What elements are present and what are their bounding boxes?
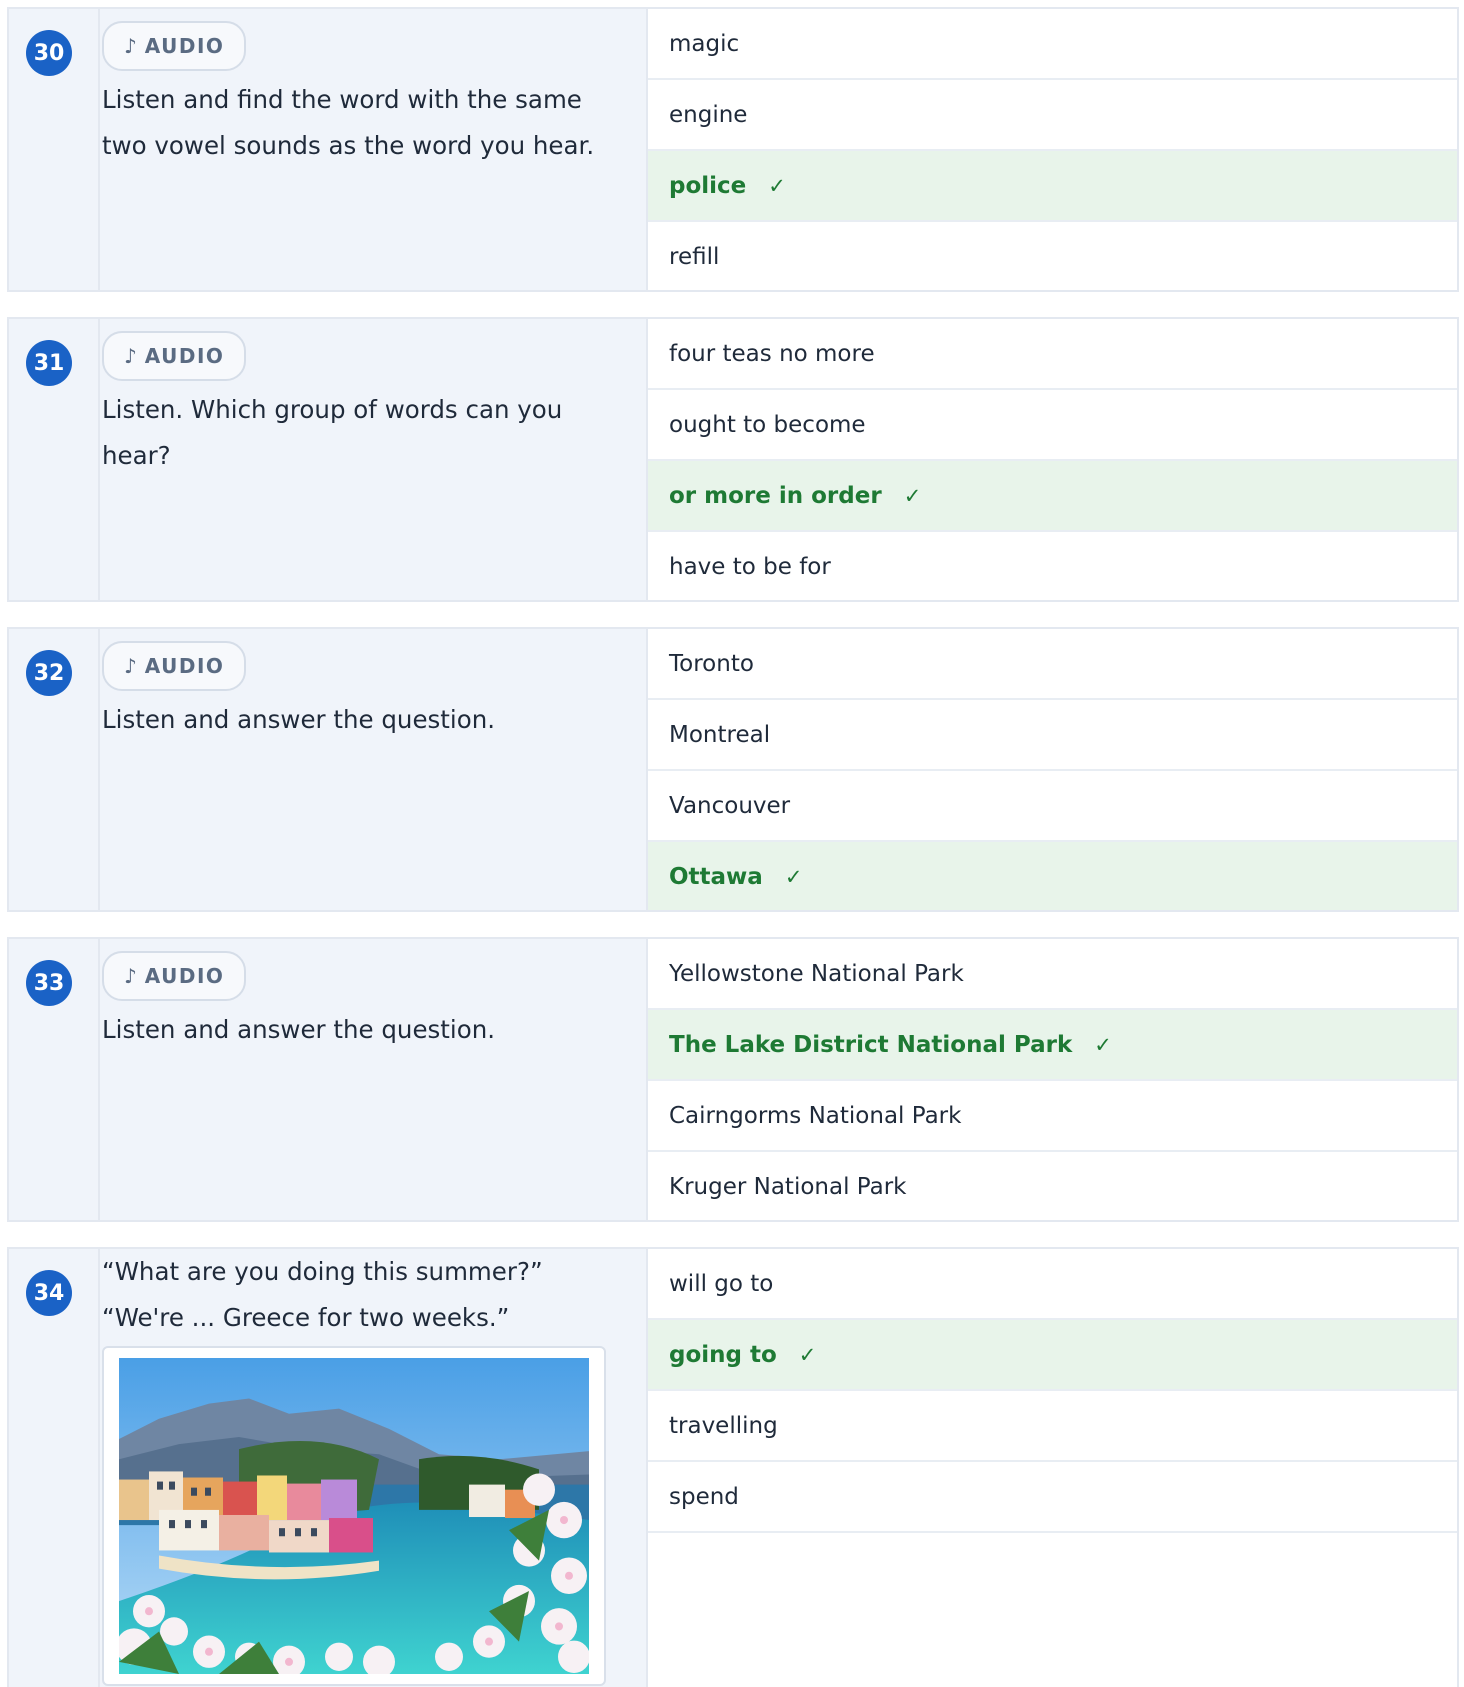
music-note-icon: ♪ [124,964,137,988]
audio-button[interactable]: ♪ AUDIO [102,331,247,381]
question-number-badge: 32 [26,650,72,696]
option-text: have to be for [669,553,831,580]
option-text: spend [669,1483,739,1510]
audio-label: AUDIO [144,34,225,58]
audio-label: AUDIO [144,964,225,988]
music-note-icon: ♪ [124,654,137,678]
answer-option[interactable]: refill [648,222,1457,290]
question-panel: ♪ AUDIO Listen. Which group of words can… [100,319,648,600]
option-text: Kruger National Park [669,1173,907,1200]
option-text: Montreal [669,721,771,748]
answer-option[interactable]: Kruger National Park [648,1152,1457,1220]
audio-button[interactable]: ♪ AUDIO [102,641,247,691]
option-text: ought to become [669,411,866,438]
question-card: 34 “What are you doing this summer?” “We… [7,1247,1459,1687]
question-card: 30 ♪ AUDIO Listen and find the word with… [7,7,1459,292]
checkmark-icon: ✓ [903,483,922,508]
answer-option-correct[interactable]: The Lake District National Park ✓ [648,1010,1457,1081]
answer-options: will go to going to ✓ travelling spend [648,1249,1457,1533]
answer-option-correct[interactable]: police ✓ [648,151,1457,222]
answer-options: Toronto Montreal Vancouver Ottawa ✓ [648,629,1457,910]
option-text: Ottawa [669,863,763,890]
greek-coastal-village-photo [119,1358,589,1674]
option-text: travelling [669,1412,778,1439]
audio-label: AUDIO [144,344,225,368]
option-text: or more in order [669,482,882,509]
question-prompt: Listen and answer the question. [102,705,496,734]
audio-button[interactable]: ♪ AUDIO [102,951,247,1001]
checkmark-icon: ✓ [1094,1032,1112,1057]
question-card: 33 ♪ AUDIO Listen and answer the questio… [7,937,1459,1222]
question-number-column: 34 [9,1249,100,1687]
prompt-line: “What are you doing this summer?” [102,1257,543,1286]
question-card: 31 ♪ AUDIO Listen. Which group of words … [7,317,1459,602]
option-text: four teas no more [669,340,875,367]
checkmark-icon: ✓ [784,864,803,889]
answer-options: magic engine police ✓ refill [648,9,1457,290]
question-number-badge: 30 [26,30,72,76]
option-text: police [669,172,747,199]
option-text: Cairngorms National Park [669,1102,962,1129]
audio-button[interactable]: ♪ AUDIO [102,21,247,71]
answer-option-correct[interactable]: going to ✓ [648,1320,1457,1391]
option-text: will go to [669,1270,774,1297]
question-panel: ♪ AUDIO Listen and find the word with th… [100,9,648,290]
question-image-frame [102,1346,606,1686]
option-text: magic [669,30,740,57]
answer-option[interactable]: have to be for [648,532,1457,600]
answer-option[interactable]: magic [648,9,1457,80]
answer-options: Yellowstone National Park The Lake Distr… [648,939,1457,1220]
checkmark-icon: ✓ [798,1342,817,1367]
option-text: Yellowstone National Park [669,960,964,987]
option-text: refill [669,243,720,270]
option-text: The Lake District National Park [669,1031,1073,1058]
question-number-column: 32 [9,629,100,910]
question-prompt: Listen and answer the question. [102,1015,496,1044]
answer-option[interactable]: four teas no more [648,319,1457,390]
option-text: engine [669,101,748,128]
option-text: Vancouver [669,792,791,819]
answer-option-correct[interactable]: Ottawa ✓ [648,842,1457,910]
question-number-badge: 31 [26,340,72,386]
question-number-column: 30 [9,9,100,290]
answer-option-correct[interactable]: or more in order ✓ [648,461,1457,532]
option-text: going to [669,1341,777,1368]
answer-option[interactable]: will go to [648,1249,1457,1320]
question-prompt: “What are you doing this summer?” “We're… [102,1249,622,1341]
question-number-column: 33 [9,939,100,1220]
checkmark-icon: ✓ [768,173,786,198]
answer-option[interactable]: ought to become [648,390,1457,461]
option-text: Toronto [669,650,754,677]
question-panel: “What are you doing this summer?” “We're… [100,1249,648,1687]
answer-options: four teas no more ought to become or mor… [648,319,1457,600]
question-panel: ♪ AUDIO Listen and answer the question. [100,629,648,910]
question-number-badge: 34 [26,1270,72,1316]
answer-option[interactable]: travelling [648,1391,1457,1462]
answer-option[interactable]: spend [648,1462,1457,1533]
prompt-line: “We're ... Greece for two weeks.” [102,1303,510,1332]
music-note-icon: ♪ [124,344,137,368]
question-card: 32 ♪ AUDIO Listen and answer the questio… [7,627,1459,912]
question-panel: ♪ AUDIO Listen and answer the question. [100,939,648,1220]
question-prompt: Listen and find the word with the same t… [102,85,595,160]
music-note-icon: ♪ [124,34,137,58]
answer-option[interactable]: Yellowstone National Park [648,939,1457,1010]
audio-label: AUDIO [144,654,225,678]
question-prompt: Listen. Which group of words can you hea… [102,395,563,470]
answer-option[interactable]: Toronto [648,629,1457,700]
question-number-badge: 33 [26,960,72,1006]
answer-option[interactable]: Montreal [648,700,1457,771]
question-number-column: 31 [9,319,100,600]
answer-option[interactable]: Vancouver [648,771,1457,842]
answer-option[interactable]: engine [648,80,1457,151]
answer-option[interactable]: Cairngorms National Park [648,1081,1457,1152]
